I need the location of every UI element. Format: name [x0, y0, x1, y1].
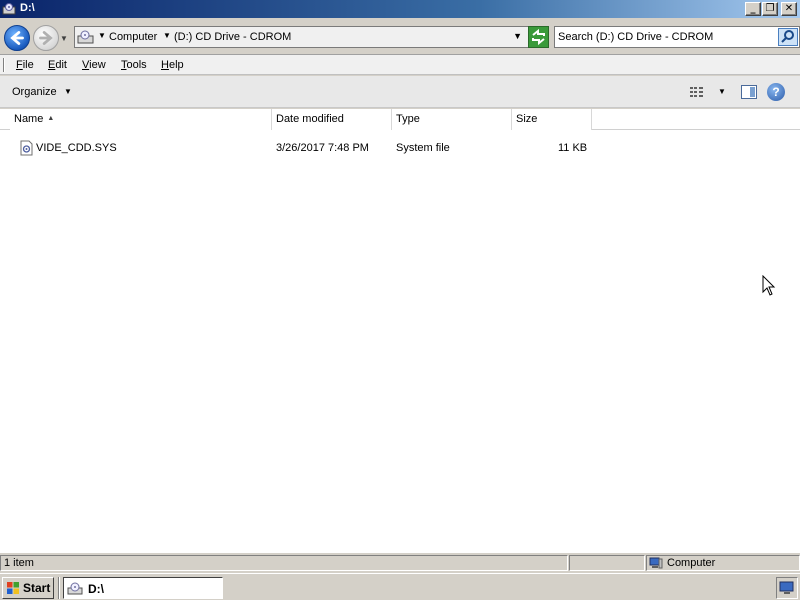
- menu-help[interactable]: Help: [161, 59, 184, 71]
- title-bar[interactable]: D:\ _ ❐ ✕: [0, 0, 800, 18]
- breadcrumb-cd-drive[interactable]: (D:) CD Drive - CDROM: [174, 31, 291, 43]
- start-button[interactable]: Start: [2, 577, 54, 599]
- search-button[interactable]: [778, 28, 798, 46]
- organize-button[interactable]: Organize: [12, 86, 57, 98]
- file-type: System file: [396, 142, 450, 154]
- column-header-size[interactable]: Size: [512, 109, 592, 130]
- sort-ascending-icon: ▲: [47, 115, 55, 122]
- cd-drive-icon: [67, 582, 83, 595]
- magnifier-icon: [781, 30, 794, 43]
- system-file-icon: [20, 140, 33, 156]
- file-size: 11 KB: [558, 142, 588, 154]
- notification-tray[interactable]: [776, 577, 798, 599]
- menu-bar: File Edit View Tools Help: [0, 55, 800, 75]
- file-name[interactable]: VIDE_CDD.SYS: [36, 142, 117, 154]
- minimize-button[interactable]: _: [745, 2, 761, 16]
- breadcrumb-chevron-icon[interactable]: ▼: [98, 31, 106, 40]
- column-header-type[interactable]: Type: [392, 109, 512, 130]
- address-toolbar: ▼ ▼ Computer ▼ (D:) CD Drive - CDROM ▼: [0, 18, 800, 55]
- command-bar: Organize ▼ ▼ ?: [0, 76, 800, 108]
- status-empty-pane: [569, 555, 645, 571]
- address-dropdown-icon[interactable]: ▼: [513, 31, 522, 41]
- forward-button[interactable]: [33, 25, 59, 51]
- network-icon[interactable]: [777, 578, 797, 598]
- column-header-row: Name ▲ Date modified Type Size: [0, 109, 800, 130]
- taskbar: Start D:\: [0, 573, 800, 600]
- back-arrow-icon: [10, 31, 24, 45]
- recent-pages-dropdown[interactable]: ▼: [60, 34, 68, 43]
- breadcrumb-chevron-icon[interactable]: ▼: [163, 31, 171, 40]
- menu-tools[interactable]: Tools: [121, 59, 147, 71]
- views-icon[interactable]: [689, 85, 705, 99]
- taskbar-separator: [58, 577, 60, 599]
- forward-arrow-icon: [39, 31, 53, 45]
- back-button[interactable]: [4, 25, 30, 51]
- mouse-pointer-icon: [762, 275, 776, 296]
- search-box: [554, 26, 800, 48]
- help-button[interactable]: ?: [767, 83, 785, 101]
- refresh-button[interactable]: [528, 26, 549, 48]
- breadcrumb-computer[interactable]: Computer: [109, 31, 157, 43]
- menu-view[interactable]: View: [82, 59, 106, 71]
- computer-icon: [649, 557, 663, 569]
- menu-grip: [3, 58, 5, 72]
- preview-pane-button[interactable]: [741, 85, 757, 99]
- close-button[interactable]: ✕: [781, 2, 797, 16]
- window-title: D:\: [20, 2, 35, 14]
- status-bar: 1 item Computer: [0, 552, 800, 572]
- windows-logo-icon: [7, 582, 19, 594]
- status-location: Computer: [646, 555, 800, 571]
- status-item-count: 1 item: [0, 555, 568, 571]
- column-header-name[interactable]: Name ▲: [10, 109, 272, 130]
- file-date-modified: 3/26/2017 7:48 PM: [276, 142, 369, 154]
- taskbar-window-button[interactable]: D:\: [63, 577, 223, 599]
- menu-file[interactable]: File: [16, 59, 34, 71]
- file-list[interactable]: VIDE_CDD.SYS 3/26/2017 7:48 PM System fi…: [0, 130, 800, 552]
- menu-edit[interactable]: Edit: [48, 59, 67, 71]
- views-dropdown-icon[interactable]: ▼: [718, 87, 726, 96]
- organize-dropdown-icon[interactable]: ▼: [64, 87, 72, 96]
- cd-drive-icon: [77, 30, 94, 44]
- restore-button[interactable]: ❐: [762, 2, 778, 16]
- refresh-icon: [532, 28, 545, 46]
- address-bar[interactable]: ▼ Computer ▼ (D:) CD Drive - CDROM ▼: [74, 26, 549, 48]
- cd-drive-icon: [2, 3, 16, 15]
- search-input[interactable]: [558, 29, 773, 45]
- column-header-date-modified[interactable]: Date modified: [272, 109, 392, 130]
- file-row[interactable]: VIDE_CDD.SYS 3/26/2017 7:48 PM System fi…: [0, 138, 800, 158]
